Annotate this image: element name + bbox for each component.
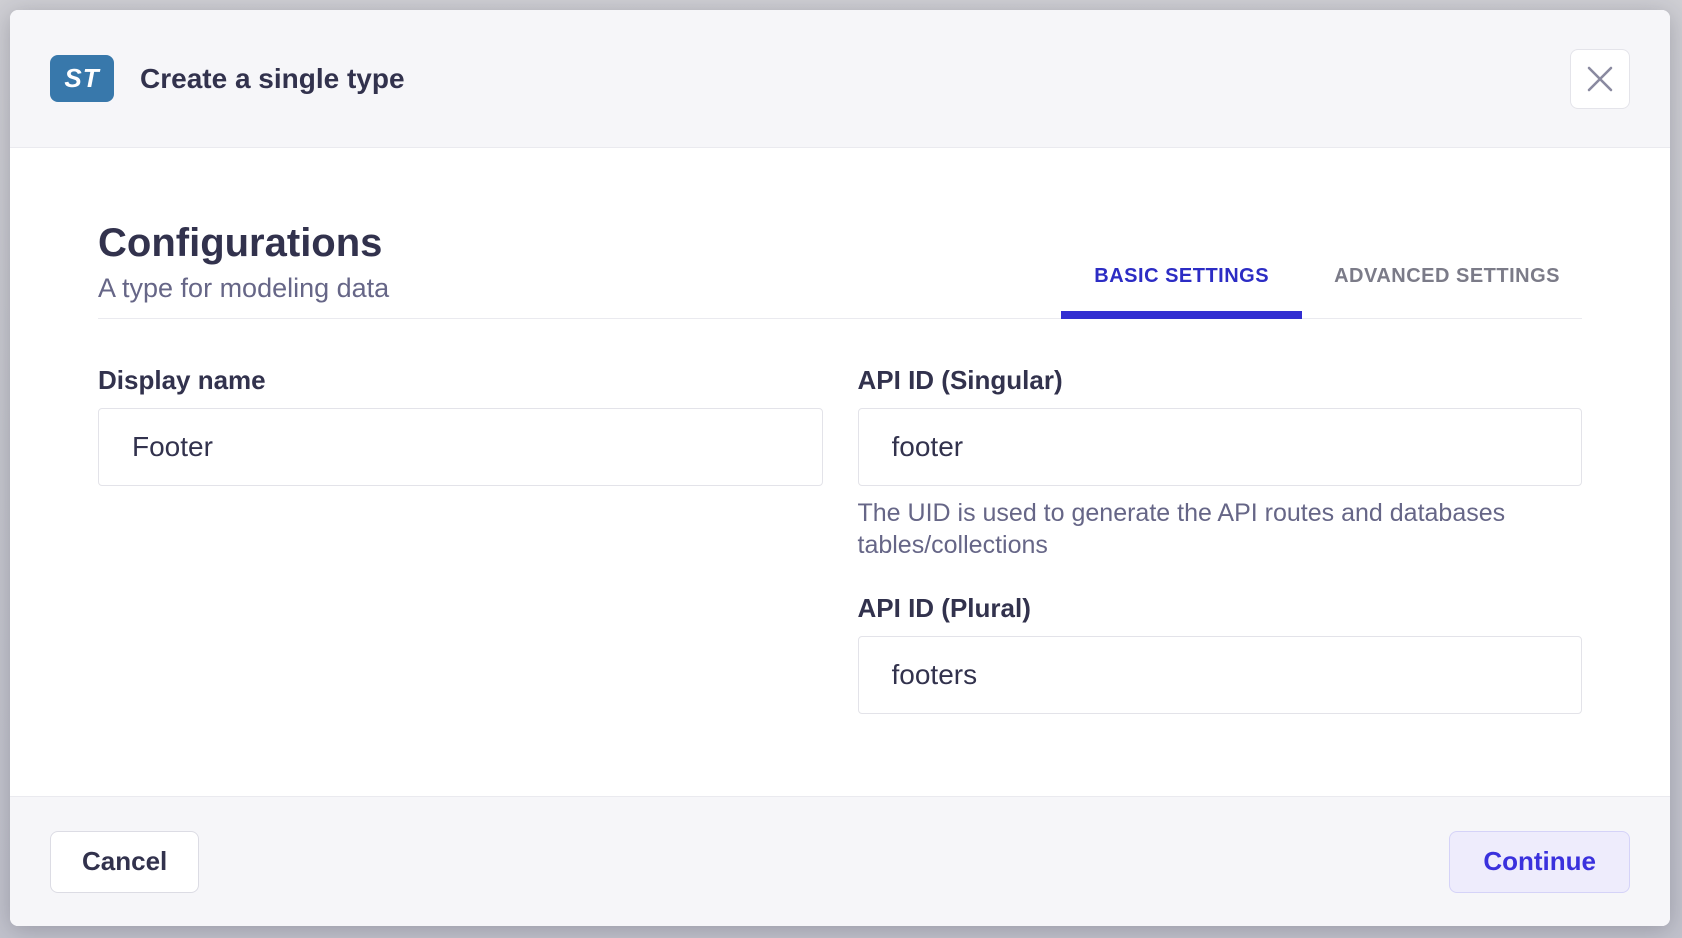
- create-single-type-modal: ST Create a single type Configurations A…: [10, 10, 1670, 926]
- section-head: Configurations A type for modeling data …: [98, 220, 1582, 319]
- modal-title: Create a single type: [140, 63, 405, 95]
- api-id-singular-field-group: API ID (Singular) The UID is used to gen…: [858, 365, 1583, 561]
- api-id-plural-input[interactable]: [858, 636, 1583, 714]
- single-type-badge-icon: ST: [50, 55, 114, 102]
- settings-tabs: BASIC SETTINGS ADVANCED SETTINGS: [1061, 265, 1582, 319]
- close-button[interactable]: [1570, 49, 1630, 109]
- api-id-singular-input[interactable]: [858, 408, 1583, 486]
- api-id-singular-label: API ID (Singular): [858, 365, 1583, 395]
- api-id-plural-field-group: API ID (Plural): [858, 593, 1583, 714]
- display-name-input[interactable]: [98, 408, 823, 486]
- display-name-label: Display name: [98, 365, 823, 395]
- configuration-form: Display name API ID (Singular) The UID i…: [98, 365, 1582, 714]
- display-name-field-group: Display name: [98, 365, 823, 486]
- tab-basic-settings[interactable]: BASIC SETTINGS: [1061, 265, 1302, 319]
- modal-body: Configurations A type for modeling data …: [10, 148, 1670, 796]
- section-titles: Configurations A type for modeling data: [98, 220, 389, 318]
- cancel-button[interactable]: Cancel: [50, 831, 199, 893]
- close-icon: [1587, 66, 1613, 92]
- modal-header: ST Create a single type: [10, 10, 1670, 148]
- api-id-singular-hint: The UID is used to generate the API rout…: [858, 497, 1583, 561]
- left-column: Display name: [98, 365, 823, 714]
- right-column: API ID (Singular) The UID is used to gen…: [858, 365, 1583, 714]
- tab-advanced-settings[interactable]: ADVANCED SETTINGS: [1312, 265, 1582, 319]
- continue-button[interactable]: Continue: [1449, 831, 1630, 893]
- page-title: Configurations: [98, 220, 389, 266]
- modal-footer: Cancel Continue: [10, 796, 1670, 926]
- api-id-plural-label: API ID (Plural): [858, 593, 1583, 623]
- page-subtitle: A type for modeling data: [98, 272, 389, 304]
